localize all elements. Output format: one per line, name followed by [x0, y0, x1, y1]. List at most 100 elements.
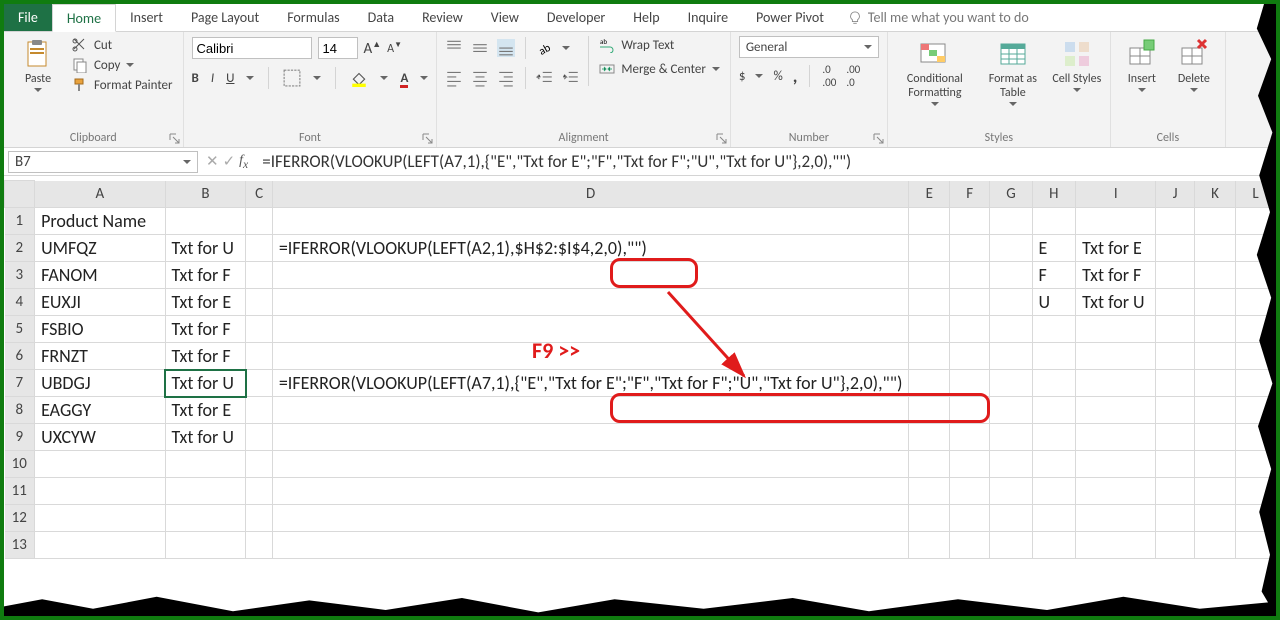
- italic-button[interactable]: I: [211, 71, 214, 86]
- cell-I3[interactable]: Txt for F: [1076, 262, 1156, 289]
- enter-formula-button[interactable]: ✓: [223, 152, 236, 171]
- cell-A11[interactable]: [35, 478, 165, 505]
- cell-K1[interactable]: [1195, 208, 1236, 235]
- cell-E4[interactable]: [909, 289, 950, 316]
- cell-K6[interactable]: [1195, 343, 1236, 370]
- underline-button[interactable]: U: [226, 71, 234, 86]
- cell-G11[interactable]: [990, 478, 1032, 505]
- cell-D8[interactable]: [272, 397, 909, 424]
- cell-C11[interactable]: [246, 478, 272, 505]
- orientation-button[interactable]: ab: [536, 39, 554, 57]
- copy-button[interactable]: Copy: [70, 56, 175, 74]
- cell-I9[interactable]: [1076, 424, 1156, 451]
- cell-D11[interactable]: [272, 478, 909, 505]
- cell-G4[interactable]: [990, 289, 1032, 316]
- cell-E7[interactable]: [909, 370, 950, 397]
- row-header-11[interactable]: 11: [5, 478, 35, 505]
- insert-cells-button[interactable]: Insert: [1119, 36, 1165, 94]
- tab-home[interactable]: Home: [52, 4, 116, 32]
- cell-B4[interactable]: Txt for E: [165, 289, 246, 316]
- tab-inquire[interactable]: Inquire: [674, 4, 742, 31]
- cell-K13[interactable]: [1195, 532, 1236, 559]
- row-header-13[interactable]: 13: [5, 532, 35, 559]
- column-header-H[interactable]: H: [1032, 181, 1076, 208]
- cell-H5[interactable]: [1032, 316, 1076, 343]
- cell-H3[interactable]: F: [1032, 262, 1076, 289]
- column-header-K[interactable]: K: [1195, 181, 1236, 208]
- cell-I11[interactable]: [1076, 478, 1156, 505]
- align-middle-button[interactable]: [471, 39, 489, 57]
- cell-I1[interactable]: [1076, 208, 1156, 235]
- dialog-launcher-icon[interactable]: [873, 133, 885, 145]
- cancel-formula-button[interactable]: ✕: [206, 152, 219, 171]
- cell-G9[interactable]: [990, 424, 1032, 451]
- align-center-button[interactable]: [471, 69, 489, 87]
- font-name-input[interactable]: [192, 37, 312, 59]
- cell-D10[interactable]: [272, 451, 909, 478]
- cell-E3[interactable]: [909, 262, 950, 289]
- percent-format-button[interactable]: %: [773, 69, 782, 84]
- cell-B7[interactable]: Txt for U: [165, 370, 246, 397]
- cell-G7[interactable]: [990, 370, 1032, 397]
- cell-I6[interactable]: [1076, 343, 1156, 370]
- cell-I7[interactable]: [1076, 370, 1156, 397]
- align-left-button[interactable]: [445, 69, 463, 87]
- cell-I10[interactable]: [1076, 451, 1156, 478]
- cell-K7[interactable]: [1195, 370, 1236, 397]
- cell-F2[interactable]: [950, 235, 990, 262]
- cell-D6[interactable]: [272, 343, 909, 370]
- cell-C9[interactable]: [246, 424, 272, 451]
- conditional-formatting-button[interactable]: Conditional Formatting: [896, 36, 974, 108]
- cell-J8[interactable]: [1156, 397, 1195, 424]
- cell-J12[interactable]: [1156, 505, 1195, 532]
- cell-D3[interactable]: [272, 262, 909, 289]
- column-header-C[interactable]: C: [246, 181, 272, 208]
- format-as-table-button[interactable]: Format as Table: [980, 36, 1046, 108]
- decrease-indent-button[interactable]: [536, 69, 554, 87]
- cell-I2[interactable]: Txt for E: [1076, 235, 1156, 262]
- column-header-D[interactable]: D: [272, 181, 909, 208]
- cell-K2[interactable]: [1195, 235, 1236, 262]
- cell-D1[interactable]: [272, 208, 909, 235]
- cell-J9[interactable]: [1156, 424, 1195, 451]
- cell-K9[interactable]: [1195, 424, 1236, 451]
- cell-F9[interactable]: [950, 424, 990, 451]
- cell-E13[interactable]: [909, 532, 950, 559]
- cell-E11[interactable]: [909, 478, 950, 505]
- dialog-launcher-icon[interactable]: [422, 133, 434, 145]
- cell-A5[interactable]: FSBIO: [35, 316, 165, 343]
- cell-G10[interactable]: [990, 451, 1032, 478]
- dialog-launcher-icon[interactable]: [169, 133, 181, 145]
- cell-E5[interactable]: [909, 316, 950, 343]
- cell-I12[interactable]: [1076, 505, 1156, 532]
- cell-F1[interactable]: [950, 208, 990, 235]
- cell-C2[interactable]: [246, 235, 272, 262]
- cell-K12[interactable]: [1195, 505, 1236, 532]
- cell-C5[interactable]: [246, 316, 272, 343]
- fill-color-button[interactable]: [350, 69, 368, 87]
- cell-G5[interactable]: [990, 316, 1032, 343]
- row-header-4[interactable]: 4: [5, 289, 35, 316]
- increase-font-button[interactable]: A▲: [364, 39, 382, 58]
- tab-insert[interactable]: Insert: [116, 4, 177, 31]
- align-top-button[interactable]: [445, 39, 463, 57]
- cell-G2[interactable]: [990, 235, 1032, 262]
- cell-F3[interactable]: [950, 262, 990, 289]
- cell-E1[interactable]: [909, 208, 950, 235]
- tab-help[interactable]: Help: [619, 4, 673, 31]
- cell-H2[interactable]: E: [1032, 235, 1076, 262]
- cell-B10[interactable]: [165, 451, 246, 478]
- bold-button[interactable]: B: [192, 71, 199, 86]
- cell-C13[interactable]: [246, 532, 272, 559]
- cell-F7[interactable]: [950, 370, 990, 397]
- cell-D2[interactable]: =IFERROR(VLOOKUP(LEFT(A2,1),$H$2:$I$4,2,…: [272, 235, 909, 262]
- cell-A1[interactable]: Product Name: [35, 208, 165, 235]
- cell-K3[interactable]: [1195, 262, 1236, 289]
- cell-H13[interactable]: [1032, 532, 1076, 559]
- cell-H10[interactable]: [1032, 451, 1076, 478]
- tell-me-search[interactable]: Tell me what you want to do: [848, 4, 1029, 31]
- accounting-format-button[interactable]: $: [739, 69, 746, 84]
- decrease-decimal-button[interactable]: .00.0: [846, 63, 860, 89]
- cell-K11[interactable]: [1195, 478, 1236, 505]
- tab-data[interactable]: Data: [354, 4, 408, 31]
